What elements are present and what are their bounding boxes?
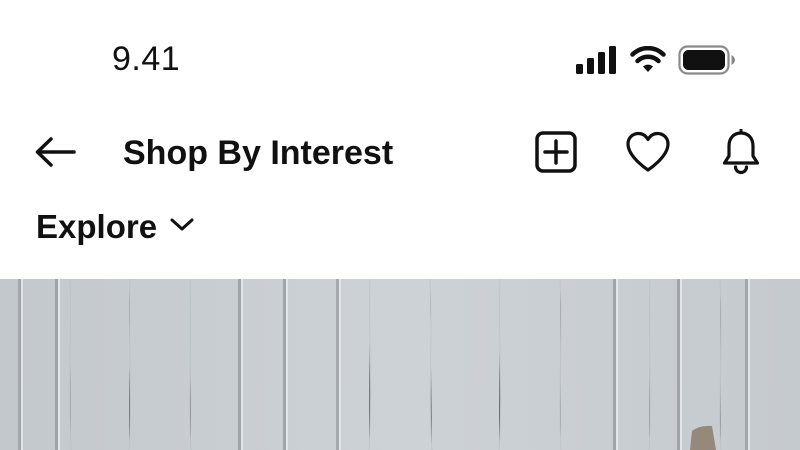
chevron-down-icon (169, 217, 195, 238)
wood-panel-illustration (0, 279, 800, 450)
explore-label: Explore (36, 208, 158, 245)
bell-icon (721, 128, 761, 180)
page-title: Shop By Interest (123, 134, 394, 172)
notifications-button[interactable] (717, 128, 765, 180)
cellular-signal-icon (576, 46, 618, 79)
wifi-icon (630, 45, 666, 79)
add-post-button[interactable] (532, 130, 580, 178)
hero-image[interactable] (0, 279, 800, 450)
favorites-button[interactable] (624, 130, 672, 178)
plus-square-icon (534, 130, 578, 179)
battery-icon (678, 45, 736, 80)
status-time: 9.41 (112, 40, 181, 78)
explore-dropdown[interactable]: Explore (36, 208, 195, 246)
back-button[interactable] (32, 134, 78, 174)
screen: 9.41 Shop By Interest Explore (0, 0, 800, 450)
back-arrow-icon (34, 136, 76, 173)
status-bar: 9.41 (0, 0, 800, 110)
heart-icon (625, 131, 671, 178)
status-icons (576, 45, 736, 80)
app-bar: Shop By Interest (0, 122, 800, 188)
